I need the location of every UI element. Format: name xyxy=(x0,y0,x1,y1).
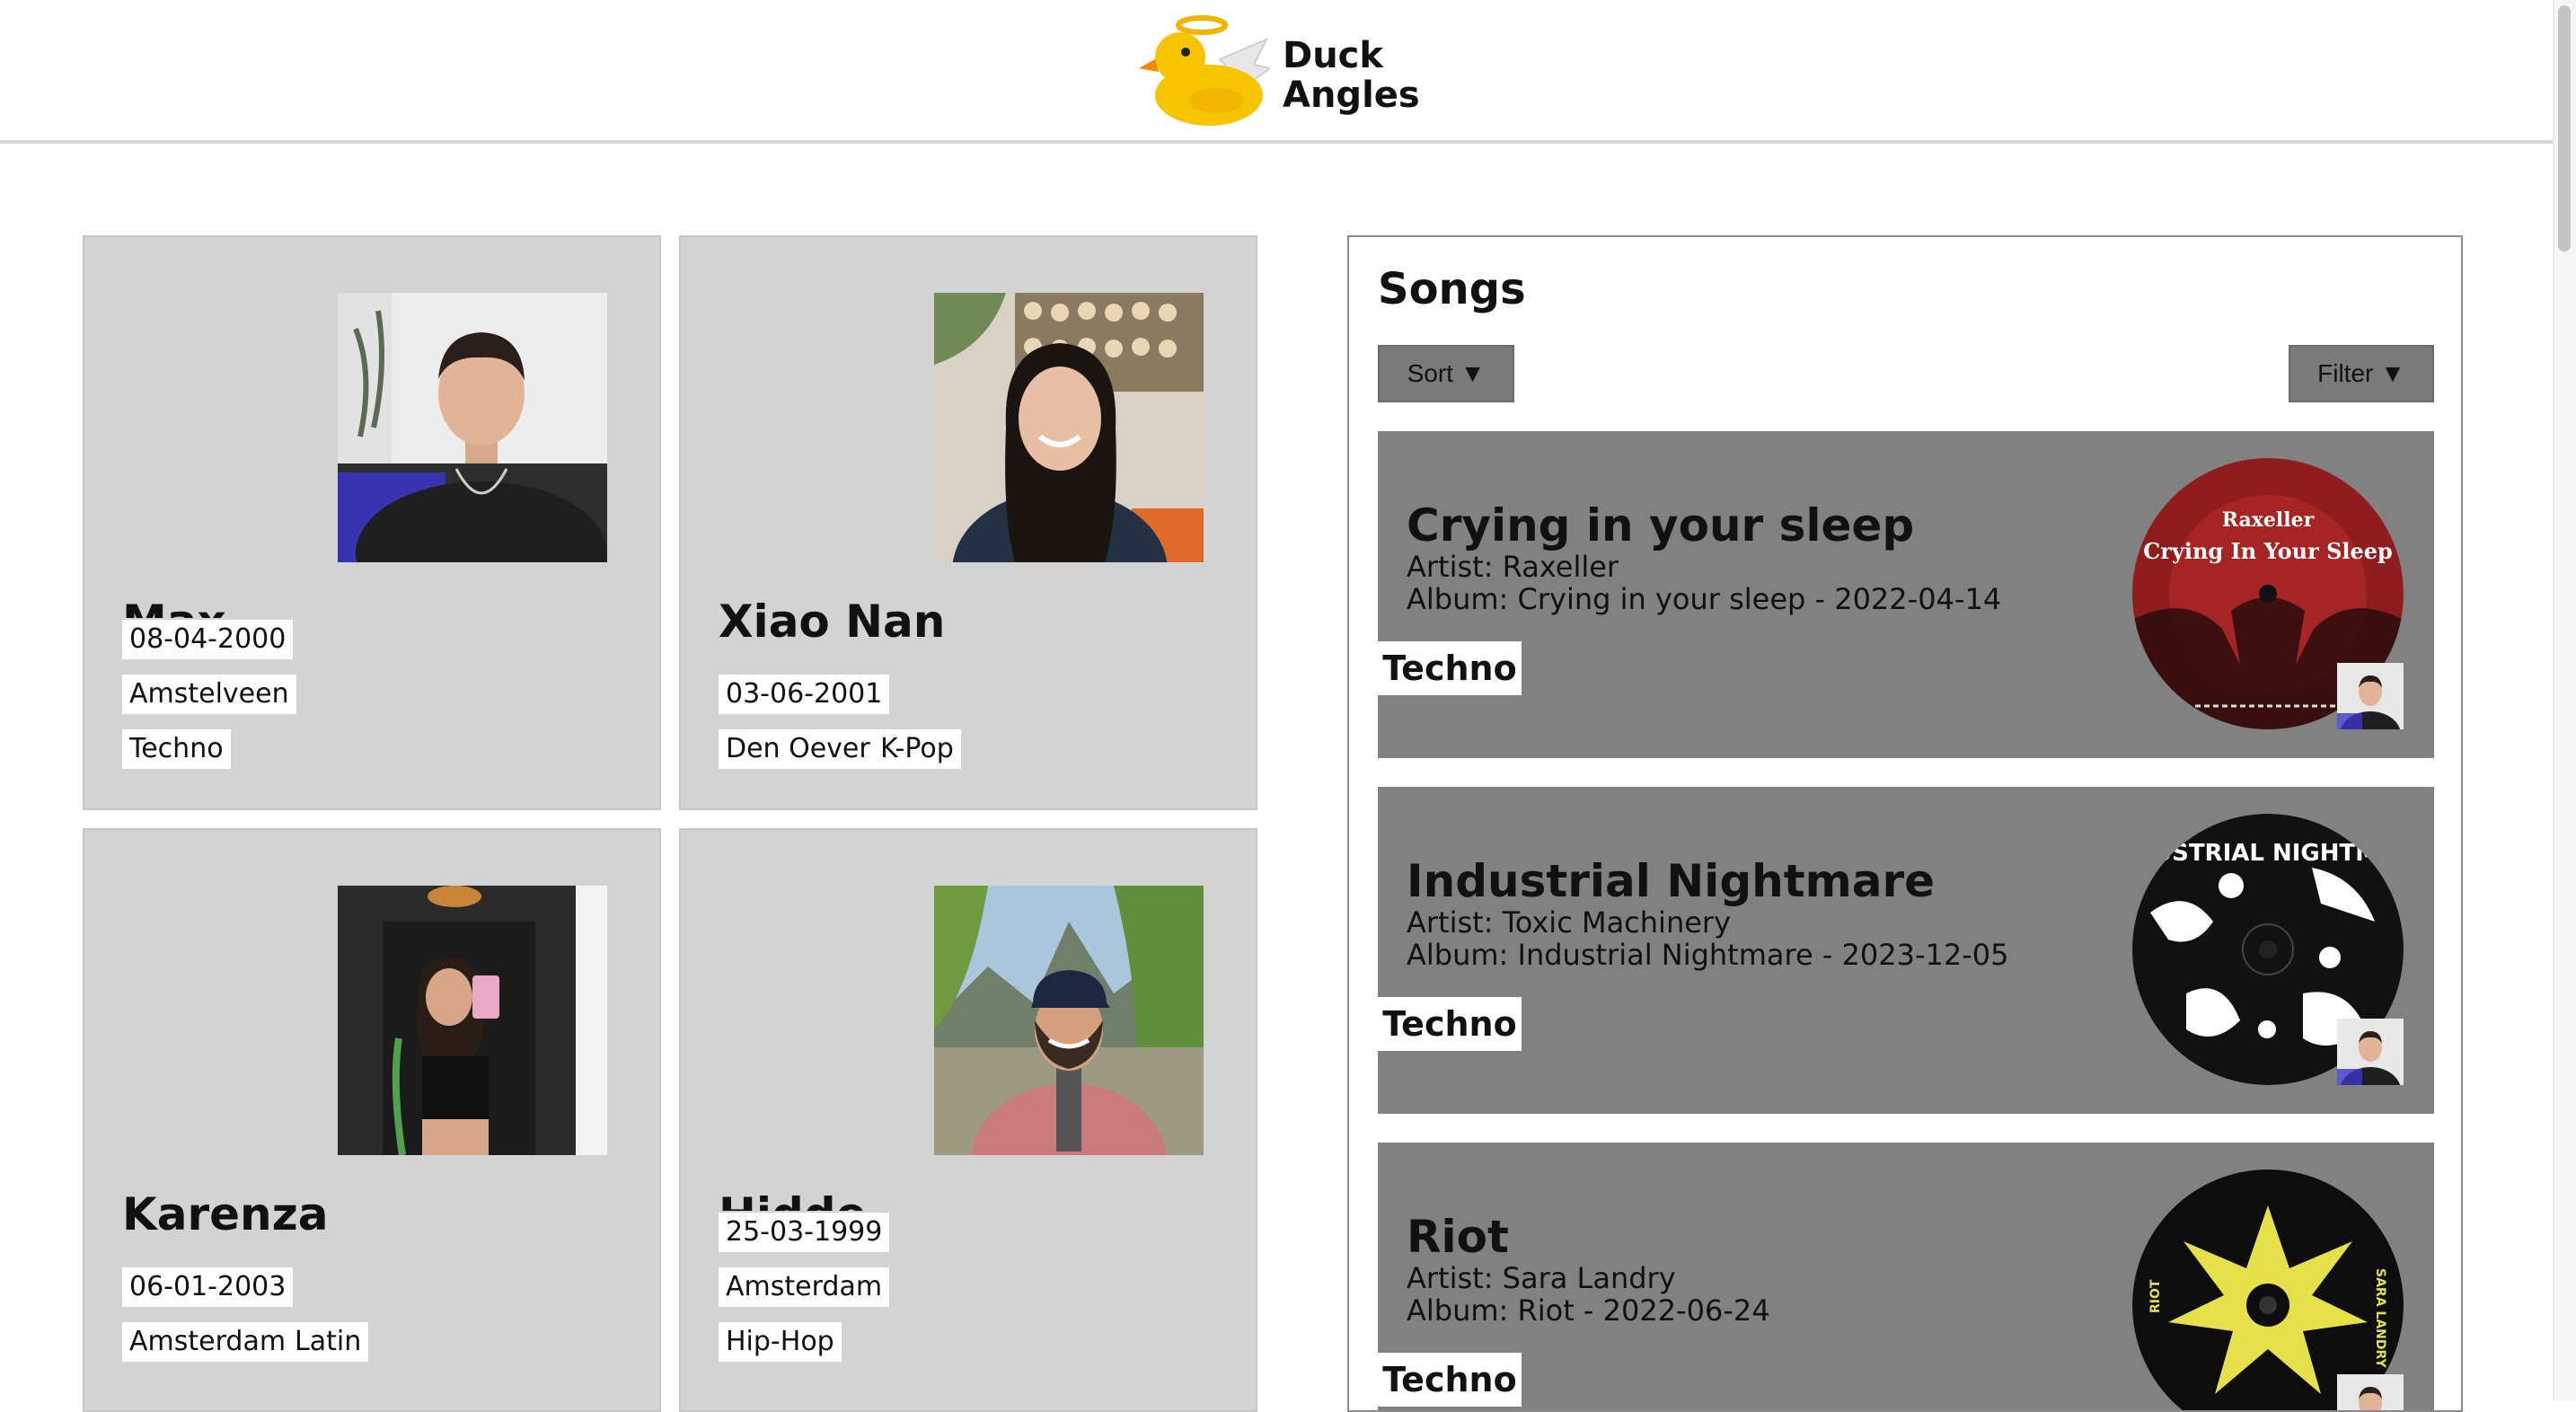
profile-name: Xiao Nan xyxy=(719,596,946,648)
song-album: Album: Riot - 2022-06-24 xyxy=(1407,1293,1770,1328)
profile-genre-tag: Hip-Hop xyxy=(719,1322,842,1362)
song-genre-badge: Techno xyxy=(1378,1353,1522,1407)
song-card[interactable]: Riot Artist: Sara Landry Album: Riot - 2… xyxy=(1378,1143,2434,1410)
song-card[interactable]: Crying in your sleep Artist: Raxeller Al… xyxy=(1378,431,2434,758)
brand-name[interactable]: Duck Angles xyxy=(1283,36,1420,115)
song-album: Album: Crying in your sleep - 2022-04-14 xyxy=(1407,582,2002,616)
profile-card[interactable]: Max 08-04-2000 Amstelveen Techno xyxy=(83,235,661,810)
profile-genre-tag: Latin xyxy=(287,1322,369,1362)
filter-button[interactable]: Filter ▼ xyxy=(2289,345,2434,402)
song-title: Industrial Nightmare xyxy=(1407,855,1936,907)
profile-card[interactable]: Xiao Nan 03-06-2001 Den Oever K-Pop xyxy=(679,235,1257,810)
profile-genre-tag: Techno xyxy=(122,729,231,769)
page-scrollbar-thumb[interactable] xyxy=(2558,5,2571,252)
cover-title-text: Crying In Your Sleep xyxy=(2143,538,2393,564)
cover-title-text: INDUSTRIAL NIGHTMARE xyxy=(2132,840,2404,867)
profile-city: Den Oever xyxy=(719,729,878,769)
profile-photo xyxy=(934,293,1204,562)
profile-genre-tag: K-Pop xyxy=(873,729,961,769)
sort-button[interactable]: Sort ▼ xyxy=(1378,345,1514,402)
profile-date: 06-01-2003 xyxy=(122,1267,294,1307)
uploader-avatar xyxy=(2337,663,2404,729)
song-artist: Artist: Toxic Machinery xyxy=(1407,905,1731,940)
profile-name: Hidde xyxy=(719,1187,866,1211)
brand-line-1: Duck xyxy=(1283,35,1383,76)
cover-title-text: RIOT xyxy=(2148,1279,2163,1313)
cover-artist-text: Raxeller xyxy=(2222,508,2315,532)
duck-angel-logo-icon[interactable] xyxy=(1139,13,1270,128)
song-genre-badge: Techno xyxy=(1378,997,1522,1051)
cover-artist-text: SARA LANDRY xyxy=(2373,1268,2387,1369)
profile-city: Amsterdam xyxy=(719,1267,890,1307)
song-title: Riot xyxy=(1407,1211,1509,1263)
profile-name: Karenza xyxy=(122,1188,329,1240)
profile-card[interactable]: Hidde 25-03-1999 Amsterdam Hip-Hop xyxy=(679,828,1257,1412)
site-header: Duck Angles xyxy=(0,0,2553,144)
profile-date: 25-03-1999 xyxy=(719,1213,890,1252)
profile-photo xyxy=(338,886,607,1155)
profile-photo xyxy=(934,886,1204,1155)
profile-photo xyxy=(338,293,607,562)
profile-card[interactable]: Karenza 06-01-2003 Amsterdam Latin xyxy=(83,828,661,1412)
profile-city: Amstelveen xyxy=(122,675,296,714)
profile-city: Amsterdam xyxy=(122,1322,294,1362)
profile-name: Max xyxy=(122,595,226,618)
uploader-avatar xyxy=(2337,1374,2404,1410)
uploader-avatar xyxy=(2337,1019,2404,1085)
song-title: Crying in your sleep xyxy=(1407,499,1915,552)
songs-panel: Songs Sort ▼ Filter ▼ Crying in your sle… xyxy=(1347,235,2463,1412)
song-artist: Artist: Sara Landry xyxy=(1407,1261,1676,1295)
profile-date: 08-04-2000 xyxy=(122,620,294,659)
songs-title: Songs xyxy=(1378,264,1526,314)
brand-line-2: Angles xyxy=(1283,75,1420,116)
song-artist: Artist: Raxeller xyxy=(1407,550,1619,584)
song-card[interactable]: Industrial Nightmare Artist: Toxic Machi… xyxy=(1378,787,2434,1114)
song-genre-badge: Techno xyxy=(1378,641,1522,695)
song-album: Album: Industrial Nightmare - 2023-12-05 xyxy=(1407,938,2009,972)
profile-date: 03-06-2001 xyxy=(719,675,890,714)
